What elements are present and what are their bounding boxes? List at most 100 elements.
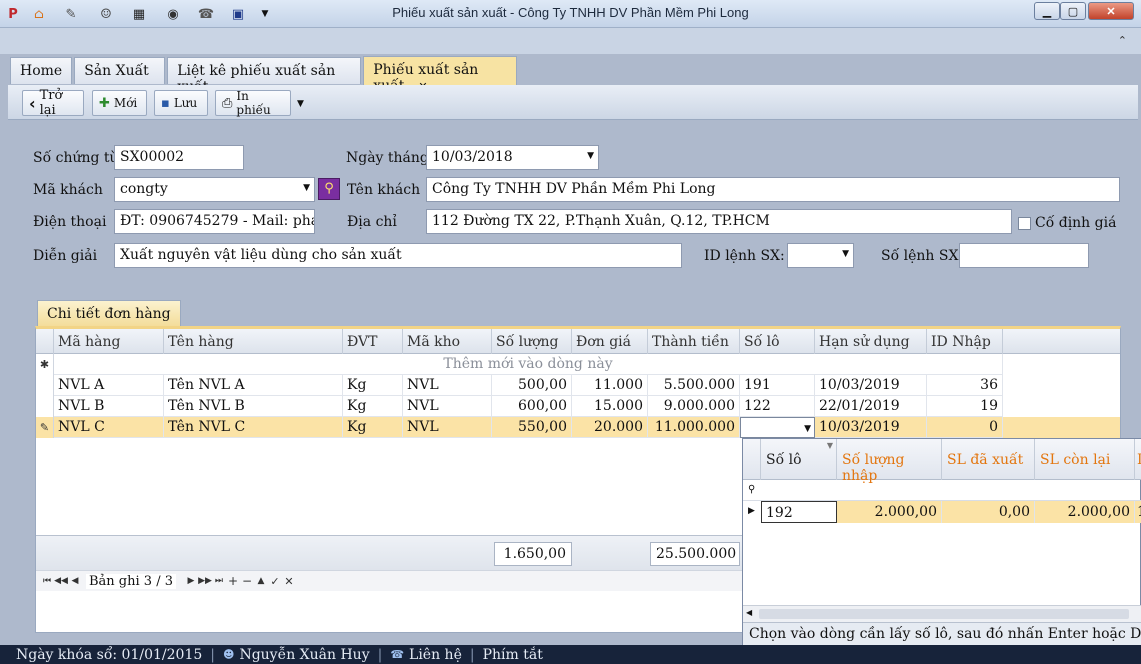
col-ten-hang[interactable]: Tên hàng (164, 329, 343, 354)
cell-ten-hang[interactable]: Tên NVL C (164, 417, 343, 438)
cell-han-su-dung[interactable]: 10/03/2019 (815, 417, 927, 438)
popup-col-so-luong-nhap[interactable]: Số lượng nhập (837, 439, 942, 484)
popup-col-so-lo[interactable]: Số lô ▼ (761, 439, 837, 480)
cell-ma-kho[interactable]: NVL (403, 417, 492, 438)
dien-giai-field[interactable]: Xuất nguyên vật liệu dùng cho sản xuất (114, 243, 682, 268)
popup-horizontal-scrollbar[interactable]: ◀ (743, 605, 1141, 622)
cell-ten-hang[interactable]: Tên NVL A (164, 375, 343, 396)
contact-link[interactable]: Liên hệ (409, 647, 462, 663)
table-row-selected[interactable]: ✎ NVL C Tên NVL C Kg NVL 550,00 20.000 1… (36, 417, 1120, 438)
cell-don-gia[interactable]: 20.000 (572, 417, 648, 438)
popup-cell-sl-da-xuat[interactable]: 0,00 (942, 501, 1035, 523)
cell-so-lo[interactable]: 191 (740, 375, 815, 396)
maximize-button[interactable]: ▢ (1060, 2, 1086, 20)
popup-col-sl-da-xuat[interactable]: SL đã xuất (942, 439, 1035, 480)
popup-filter-row[interactable]: ⚲ (743, 480, 1141, 501)
shortcuts-link[interactable]: Phím tắt (483, 647, 543, 663)
cell-ma-kho[interactable]: NVL (403, 396, 492, 417)
current-user[interactable]: Nguyễn Xuân Huy (239, 647, 369, 663)
next-page-icon[interactable]: ▶▶ (198, 576, 212, 586)
so-lo-dropdown[interactable]: ▼ (740, 417, 815, 438)
new-row[interactable]: ✱ Thêm mới vào dòng này (36, 354, 1120, 375)
popup-cell-sl-con-lai[interactable]: 2.000,00 (1035, 501, 1135, 523)
prev-page-icon[interactable]: ◀◀ (54, 576, 68, 586)
collapse-ribbon-icon[interactable]: ⌃ (1118, 34, 1127, 47)
cell-ma-hang[interactable]: NVL A (54, 375, 164, 396)
dia-chi-field[interactable]: 112 Đường TX 22, P.Thạnh Xuân, Q.12, TP.… (426, 209, 1012, 234)
confirm-record-icon[interactable]: ✓ (268, 575, 282, 588)
cell-han-su-dung[interactable]: 22/01/2019 (815, 396, 927, 417)
search-customer-icon[interactable]: ⚲ (318, 178, 340, 200)
cell-ten-hang[interactable]: Tên NVL B (164, 396, 343, 417)
cell-id-nhap[interactable]: 19 (927, 396, 1003, 417)
tab-chi-tiet-don-hang[interactable]: Chi tiết đơn hàng (37, 300, 181, 327)
tab-home[interactable]: Home (10, 57, 73, 84)
cell-thanh-tien[interactable]: 11.000.000 (648, 417, 740, 438)
cell-don-gia[interactable]: 15.000 (572, 396, 648, 417)
cell-id-nhap[interactable]: 0 (927, 417, 1003, 438)
edit-pencil-icon: ✎ (36, 417, 54, 438)
popup-col-extra[interactable]: I (1135, 439, 1141, 480)
cell-dvt[interactable]: Kg (343, 396, 403, 417)
popup-cell-extra[interactable]: 1 (1135, 501, 1141, 523)
back-button[interactable]: ‹ Trở lại (22, 88, 84, 118)
ma-khach-select[interactable]: congty ▼ (114, 177, 315, 202)
scroll-thumb[interactable] (759, 609, 1129, 619)
dien-thoai-field[interactable]: ĐT: 0906745279 - Mail: phan (114, 209, 315, 234)
prev-record-icon[interactable]: ◀ (68, 576, 82, 586)
popup-cell-so-luong-nhap[interactable]: 2.000,00 (837, 501, 942, 523)
col-so-luong[interactable]: Số lượng (492, 329, 572, 354)
add-record-icon[interactable]: + (226, 574, 240, 588)
cell-thanh-tien[interactable]: 5.500.000 (648, 375, 740, 396)
ngay-thang-picker[interactable]: 10/03/2018 ▼ (426, 145, 599, 170)
col-id-nhap[interactable]: ID Nhập (927, 329, 1003, 354)
tab-san-xuat[interactable]: Sản Xuất (74, 57, 166, 84)
col-thanh-tien[interactable]: Thành tiền (648, 329, 740, 354)
so-chung-tu-field[interactable]: SX00002 (114, 145, 244, 170)
popup-cell-so-lo[interactable]: 192 (761, 501, 837, 523)
cell-so-luong[interactable]: 550,00 (492, 417, 572, 438)
cell-dvt[interactable]: Kg (343, 375, 403, 396)
col-ma-hang[interactable]: Mã hàng (54, 329, 164, 354)
col-don-gia[interactable]: Đơn giá (572, 329, 648, 354)
delete-record-icon[interactable]: − (240, 574, 254, 588)
col-so-lo[interactable]: Số lô (740, 329, 815, 354)
so-lenh-field[interactable] (959, 243, 1089, 268)
filter-icon[interactable]: ▼ (827, 441, 833, 450)
cell-don-gia[interactable]: 11.000 (572, 375, 648, 396)
cell-ma-hang[interactable]: NVL B (54, 396, 164, 417)
print-button[interactable]: ⎙ In phiếu (215, 89, 291, 117)
tab-phieu-xuat-san-xuat[interactable]: Phiếu xuất sản xuất✕ (363, 56, 518, 94)
cell-id-nhap[interactable]: 36 (927, 375, 1003, 396)
table-row[interactable]: NVL A Tên NVL A Kg NVL 500,00 11.000 5.5… (36, 375, 1120, 396)
tab-liet-ke-phieu-xuat[interactable]: Liệt kê phiếu xuất sản xuất (167, 57, 362, 95)
cell-ma-hang[interactable]: NVL C (54, 417, 164, 438)
col-han-su-dung[interactable]: Hạn sử dụng (815, 329, 927, 354)
last-record-icon[interactable]: ⏭ (212, 576, 226, 586)
popup-row[interactable]: ▶ 192 2.000,00 0,00 2.000,00 1 (743, 501, 1141, 523)
cell-so-luong[interactable]: 500,00 (492, 375, 572, 396)
edit-record-icon[interactable]: ▲ (254, 576, 268, 586)
toolbar-overflow-icon[interactable]: ▼ (297, 99, 304, 109)
close-window-button[interactable]: ✕ (1088, 2, 1134, 20)
cell-ma-kho[interactable]: NVL (403, 375, 492, 396)
minimize-button[interactable]: ▁ (1034, 2, 1060, 20)
cell-han-su-dung[interactable]: 10/03/2019 (815, 375, 927, 396)
next-record-icon[interactable]: ▶ (184, 576, 198, 586)
cell-dvt[interactable]: Kg (343, 417, 403, 438)
scroll-left-icon[interactable]: ◀ (746, 608, 752, 617)
popup-col-sl-con-lai[interactable]: SL còn lại (1035, 439, 1135, 480)
new-button[interactable]: ✚ Mới (92, 90, 147, 116)
id-lenh-select[interactable]: ▼ (787, 243, 854, 268)
first-record-icon[interactable]: ⏮ (40, 576, 54, 586)
co-dinh-gia-checkbox[interactable] (1018, 217, 1031, 230)
col-dvt[interactable]: ĐVT (343, 329, 403, 354)
cancel-record-icon[interactable]: ✕ (282, 575, 296, 588)
cell-thanh-tien[interactable]: 9.000.000 (648, 396, 740, 417)
cell-so-luong[interactable]: 600,00 (492, 396, 572, 417)
ten-khach-field[interactable]: Công Ty TNHH DV Phần Mềm Phi Long (426, 177, 1120, 202)
col-ma-kho[interactable]: Mã kho (403, 329, 492, 354)
table-row[interactable]: NVL B Tên NVL B Kg NVL 600,00 15.000 9.0… (36, 396, 1120, 417)
save-button[interactable]: ▪ Lưu (154, 90, 208, 116)
cell-so-lo[interactable]: 122 (740, 396, 815, 417)
